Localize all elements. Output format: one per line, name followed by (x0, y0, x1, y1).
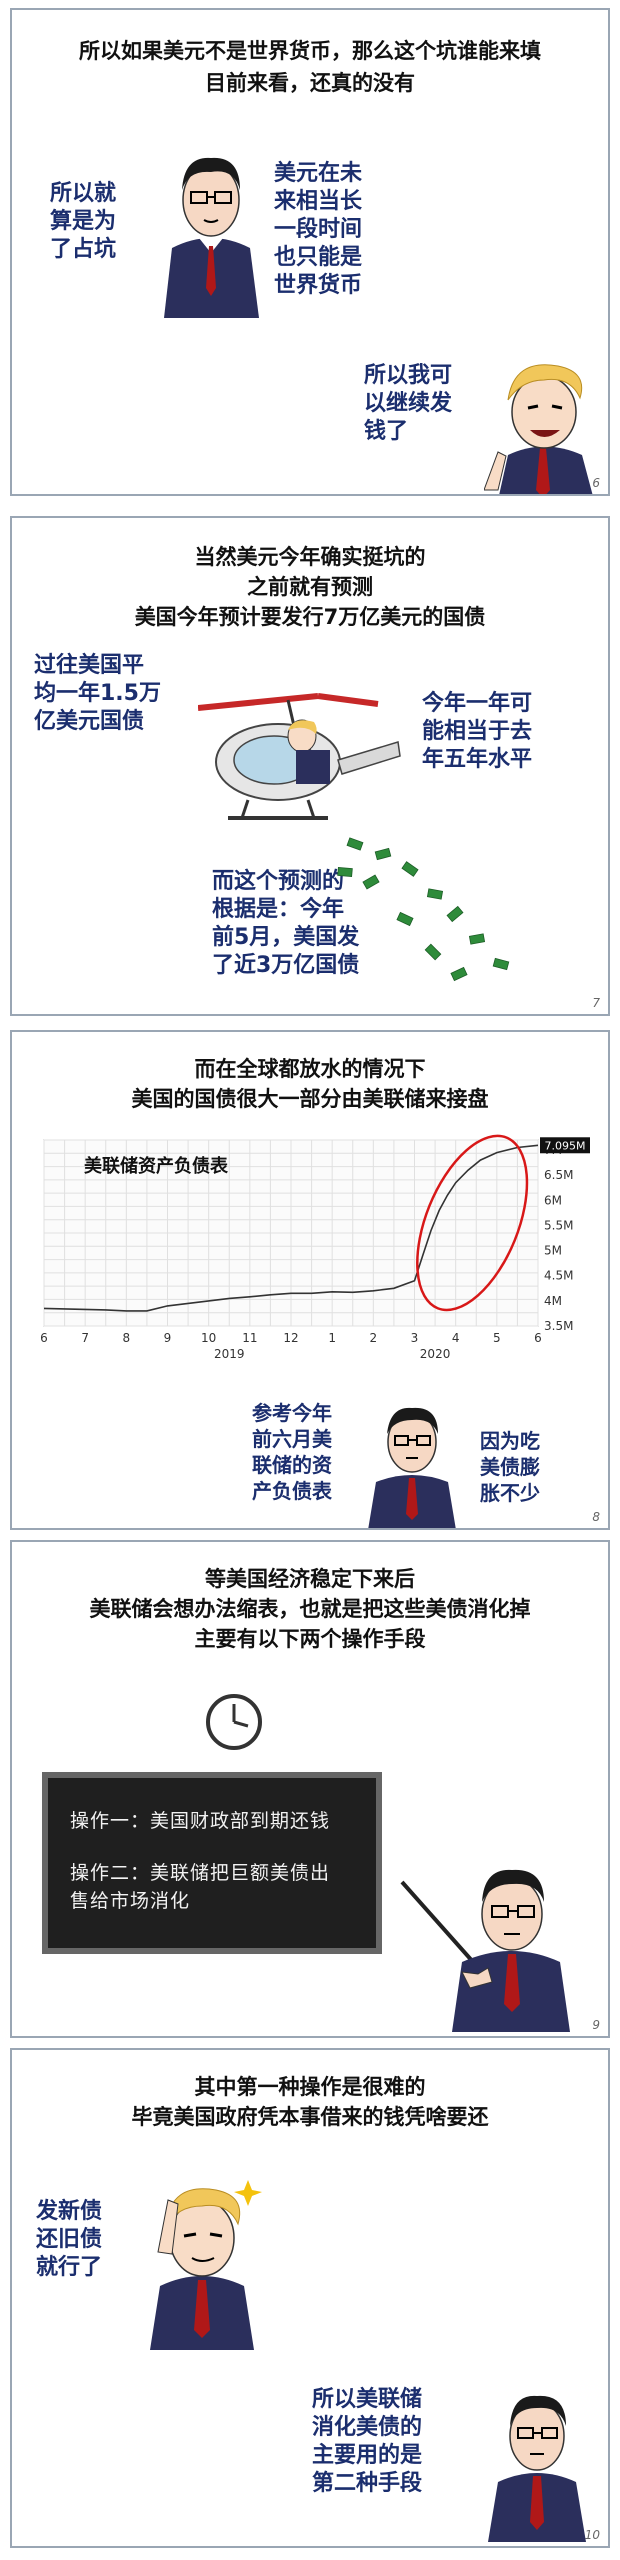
board-line: 售给市场消化 (70, 1890, 191, 1912)
businessman-illustration (368, 1407, 456, 1528)
x-tick-label: 10 (201, 1331, 216, 1345)
x-tick-label: 9 (164, 1331, 172, 1345)
fed-balance-sheet-chart: 6 7 8 9 10 11 12 1 2 3 4 5 6 2019 2020 3.5M 4M 4.5M 5M 5.5M… (38, 1130, 598, 1372)
speech-left: 参考今年 前六月美 联储的资 产负债表 (252, 1401, 332, 1503)
x-tick-label: 3 (411, 1331, 419, 1345)
x-tick-label: 11 (242, 1331, 257, 1345)
panel-header-line: 当然美元今年确实挺坑的 (194, 545, 426, 569)
panel-header-line: 之前就有预测 (247, 575, 373, 599)
helicopter-money-illustration (198, 693, 510, 982)
board-line: 操作二：美联储把巨额美债出 (70, 1862, 331, 1884)
panel-header-line: 目前来看，还真的没有 (205, 71, 415, 95)
trump-caricature (484, 364, 593, 494)
panel-number: 6 (592, 476, 600, 490)
chart-title: 美联储资产负债表 (84, 1155, 229, 1177)
panel-number: 10 (584, 2528, 600, 2542)
x-tick-label: 2 (370, 1331, 378, 1345)
speech-right: 所以美联储 消化美债的 主要用的是 第二种手段 (312, 2387, 423, 2496)
comic-panel-6: 所以如果美元不是世界货币，那么这个坑谁能来填 目前来看，还真的没有 所以就 算是为… (10, 8, 610, 496)
speech-right: 因为吃 美债膨 胀不少 (480, 1429, 540, 1505)
x-tick-label: 8 (123, 1331, 131, 1345)
businessman-illustration (488, 2395, 586, 2542)
y-tick-label: 4.5M (544, 1269, 573, 1283)
y-tick-label: 5.5M (544, 1218, 573, 1232)
x-tick-label: 7 (81, 1331, 89, 1345)
x-tick-label: 5 (493, 1331, 501, 1345)
panel-header-line: 所以如果美元不是世界货币，那么这个坑谁能来填 (79, 39, 541, 63)
panel-header-line: 美联储会想办法缩表，也就是把这些美债消化掉 (89, 1597, 531, 1621)
blackboard: 操作一：美国财政部到期还钱 操作二：美联储把巨额美债出 售给市场消化 (42, 1772, 382, 1954)
comic-panel-8: 而在全球都放水的情况下 美国的国债很大一部分由美联储来接盘 6 7 8 9 10 11 12… (10, 1030, 610, 1530)
panel-number: 9 (592, 2018, 600, 2032)
comic-panel-9: 等美国经济稳定下来后 美联储会想办法缩表，也就是把这些美债消化掉 主要有以下两个… (10, 1540, 610, 2038)
x-tick-label: 12 (283, 1331, 298, 1345)
y-tick-label: 6.5M (544, 1168, 573, 1182)
chart-svg: 6 7 8 9 10 11 12 1 2 3 4 5 62019 20203.5M4M4.5M5M5.5M… (40, 1134, 590, 1361)
year-label: 2019 (214, 1347, 245, 1361)
panel-header-line: 而在全球都放水的情况下 (194, 1057, 426, 1081)
x-tick-label: 1 (328, 1331, 336, 1345)
y-tick-label: 5M (544, 1244, 562, 1258)
wall-clock-icon (206, 1694, 262, 1750)
speech-mid: 美元在未 来相当长 一段时间 也只能是 世界货币 (274, 161, 363, 298)
speech-left: 所以就 算是为 了占坑 (50, 181, 117, 262)
x-tick-label: 4 (452, 1331, 460, 1345)
panel-header-line: 等美国经济稳定下来后 (205, 1567, 415, 1591)
speech-left: 过往美国平 均一年1.5万 亿美元国债 (34, 653, 161, 734)
panel-header-line: 美国今年预计要发行7万亿美元的国债 (134, 605, 486, 629)
y-tick-label: 6M (544, 1193, 562, 1207)
businessman-illustration (164, 157, 259, 318)
trump-caricature (150, 2180, 262, 2350)
businessman-pointing-illustration (400, 1869, 570, 2032)
comic-panel-10: 其中第一种操作是很难的 毕竟美国政府凭本事借来的钱凭啥要还 发新债 还旧债 就行了 … (10, 2048, 610, 2548)
panel-header-line: 其中第一种操作是很难的 (194, 2075, 426, 2099)
y-tick-label: 3.5M (544, 1319, 573, 1333)
last-value-label: 7.095M (545, 1139, 586, 1152)
y-tick-label: 4M (544, 1294, 562, 1308)
panel-number: 8 (592, 1510, 600, 1524)
board-line: 操作一：美国财政部到期还钱 (70, 1810, 331, 1832)
speech-right: 所以我可 以继续发 钱了 (364, 363, 453, 444)
panel-header-line: 主要有以下两个操作手段 (194, 1627, 426, 1651)
panel-number: 7 (592, 996, 600, 1010)
year-label: 2020 (420, 1347, 451, 1361)
panel-header-line: 美国的国债很大一部分由美联储来接盘 (131, 1087, 489, 1111)
x-tick-label: 6 (40, 1331, 48, 1345)
x-tick-label: 6 (534, 1331, 542, 1345)
comic-panel-7: 当然美元今年确实挺坑的 之前就有预测 美国今年预计要发行7万亿美元的国债 过往美… (10, 516, 610, 1016)
panel-header-line: 毕竟美国政府凭本事借来的钱凭啥要还 (131, 2105, 489, 2129)
speech-left: 发新债 还旧债 就行了 (36, 2199, 103, 2280)
